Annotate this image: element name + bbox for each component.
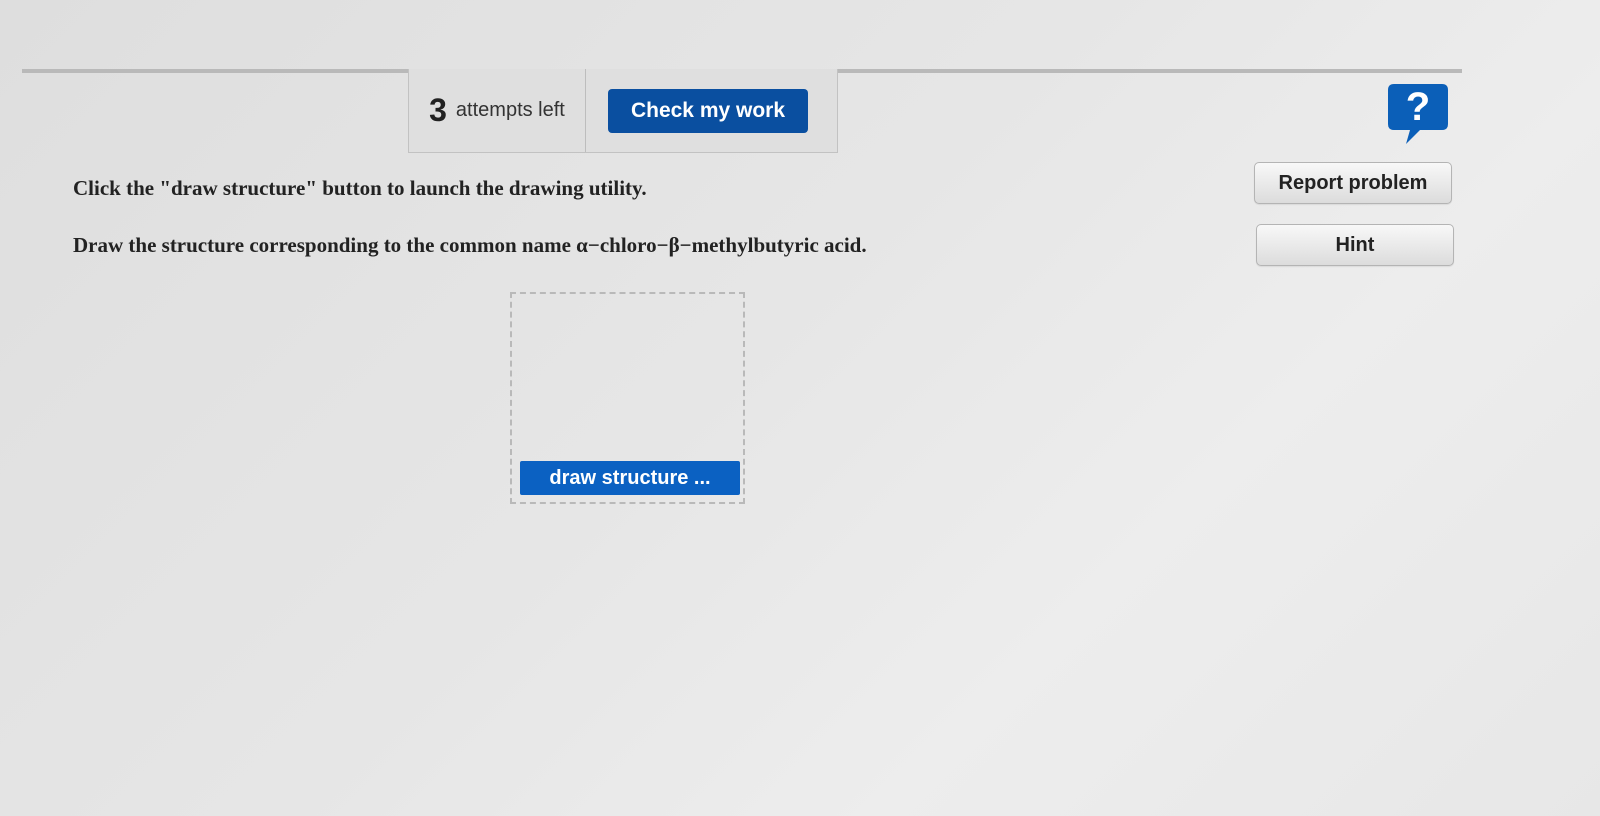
page: 3 attempts left Check my work ? Report p… xyxy=(0,0,1600,816)
instruction-text: Click the "draw structure" button to lau… xyxy=(73,176,647,200)
report-problem-button[interactable]: Report problem xyxy=(1254,162,1452,204)
assignment-toolbar: 3 attempts left Check my work xyxy=(408,69,838,153)
attempts-indicator: 3 attempts left xyxy=(409,69,586,152)
help-icon[interactable]: ? xyxy=(1386,80,1450,148)
hint-button[interactable]: Hint xyxy=(1256,224,1454,266)
check-work-container: Check my work xyxy=(586,69,837,152)
check-my-work-button[interactable]: Check my work xyxy=(608,88,808,133)
structure-drawing-area[interactable]: draw structure ... xyxy=(510,292,745,504)
help-question-mark: ? xyxy=(1406,85,1430,129)
draw-structure-button[interactable]: draw structure ... xyxy=(520,461,740,495)
question-text: Draw the structure corresponding to the … xyxy=(73,233,867,257)
attempts-label: attempts left xyxy=(455,99,565,121)
attempts-count: 3 xyxy=(429,92,447,128)
